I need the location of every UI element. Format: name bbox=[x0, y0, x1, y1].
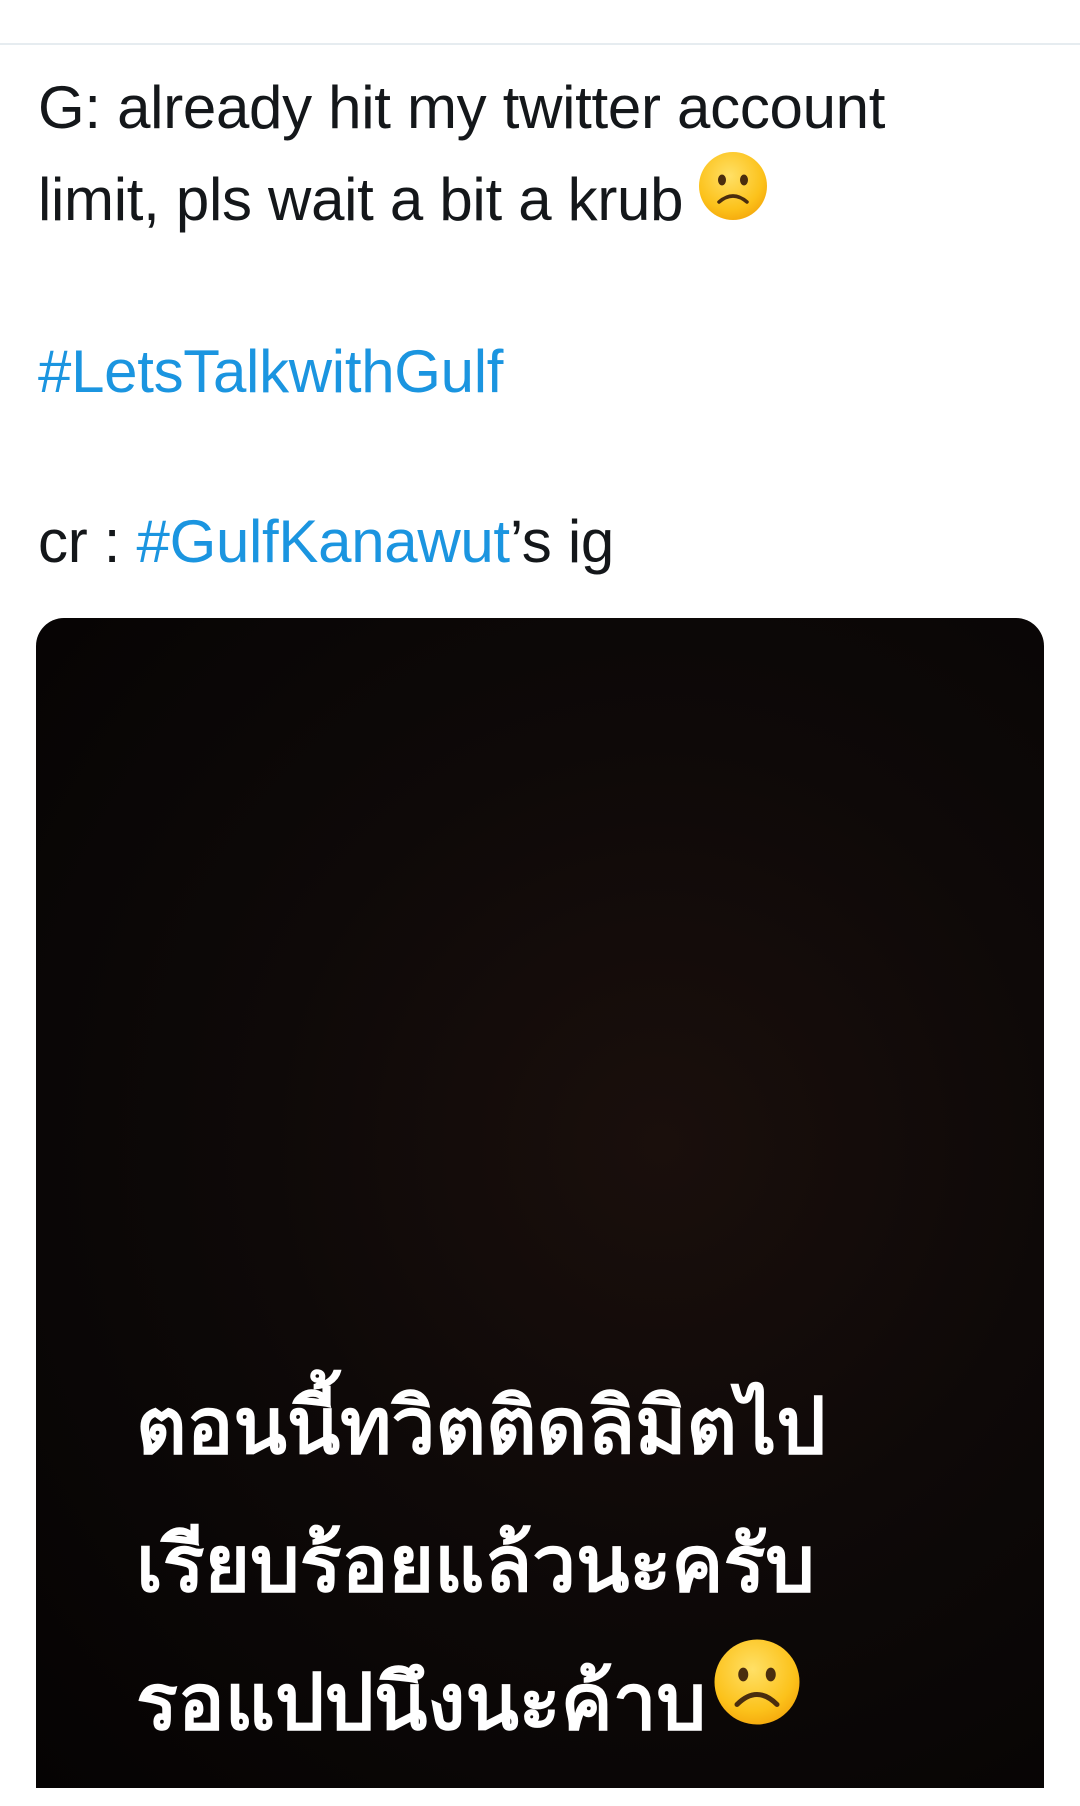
tweet-media-image[interactable]: ตอนนี้ทวิตติดลิมิตไป เรียบร้อยแล้วนะครับ… bbox=[36, 618, 1044, 1788]
bottom-edge bbox=[0, 1790, 1080, 1806]
tweet-line-1: G: already hit my twitter account bbox=[38, 74, 886, 141]
tweet-line-2-text: limit, pls wait a bit a krub bbox=[38, 166, 684, 233]
slightly-frowning-face-icon bbox=[697, 150, 769, 248]
tweet-text: G: already hit my twitter account limit,… bbox=[38, 62, 1048, 588]
story-caption: ตอนนี้ทวิตติดลิมิตไป เรียบร้อยแล้วนะครับ… bbox=[136, 1358, 996, 1772]
credit-line: cr : #GulfKanawut’s ig bbox=[38, 496, 1048, 588]
credit-hashtag-link[interactable]: #GulfKanawut bbox=[137, 508, 511, 575]
story-line-2: เรียบร้อยแล้วนะครับ bbox=[136, 1520, 815, 1610]
credit-suffix: ’s ig bbox=[509, 508, 614, 576]
story-line-1: ตอนนี้ทวิตติดลิมิตไป bbox=[136, 1382, 826, 1472]
story-line-3: รอแปปนึงนะค้าบ bbox=[136, 1634, 996, 1772]
top-divider bbox=[0, 43, 1080, 45]
frowning-face-icon bbox=[712, 1632, 802, 1770]
hashtag-link[interactable]: #LetsTalkwithGulf bbox=[38, 326, 1048, 418]
credit-prefix: cr : bbox=[38, 508, 137, 576]
story-line-3-text: รอแปปนึงนะค้าบ bbox=[136, 1658, 707, 1748]
tweet-line-2: limit, pls wait a bit a krub bbox=[38, 152, 1048, 248]
